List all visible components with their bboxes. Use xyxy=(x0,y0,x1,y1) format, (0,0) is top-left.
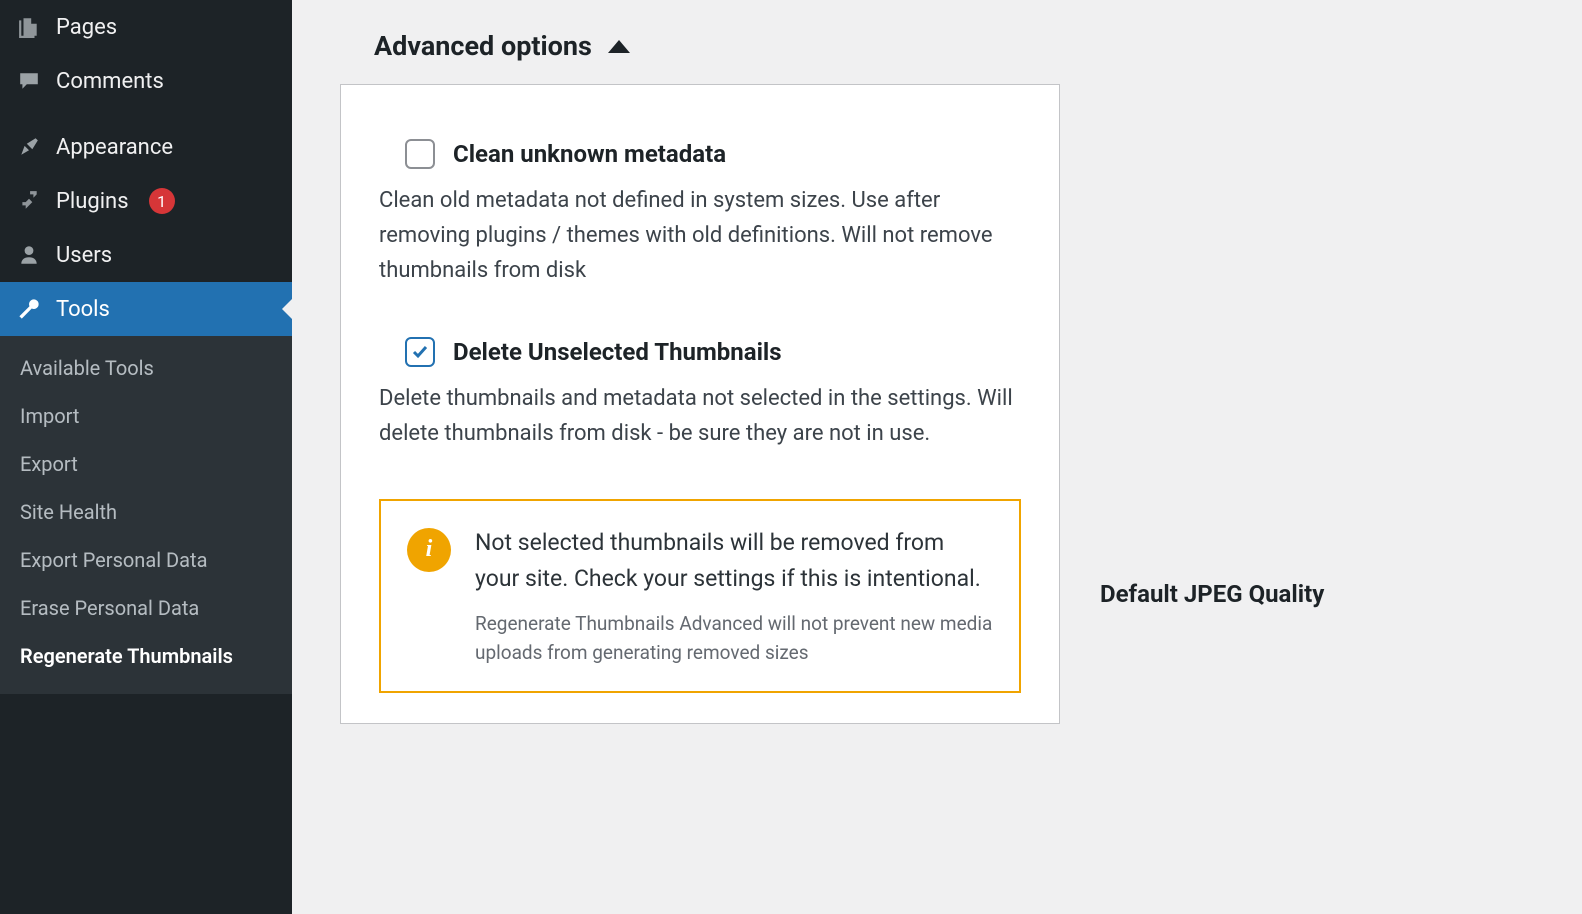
option-description: Clean old metadata not defined in system… xyxy=(379,183,1021,289)
menu-item-appearance[interactable]: Appearance xyxy=(0,120,292,174)
jpeg-quality-heading: Default JPEG Quality xyxy=(1100,580,1324,608)
users-icon xyxy=(16,242,42,268)
pages-icon xyxy=(16,14,42,40)
submenu-export[interactable]: Export xyxy=(0,440,292,488)
advanced-options-panel: Advanced options Clean unknown metadata … xyxy=(340,0,1060,914)
checkbox-clean-metadata[interactable] xyxy=(405,139,435,169)
warning-notice: i Not selected thumbnails will be remove… xyxy=(379,499,1021,693)
section-title-text: Advanced options xyxy=(374,30,592,62)
menu-label: Comments xyxy=(56,69,164,94)
menu-label: Plugins xyxy=(56,189,129,214)
submenu-erase-personal-data[interactable]: Erase Personal Data xyxy=(0,584,292,632)
section-header[interactable]: Advanced options xyxy=(340,0,1060,84)
tools-icon xyxy=(16,296,42,322)
comments-icon xyxy=(16,68,42,94)
submenu-import[interactable]: Import xyxy=(0,392,292,440)
option-label: Clean unknown metadata xyxy=(453,140,726,168)
info-icon: i xyxy=(407,528,451,572)
submenu-site-health[interactable]: Site Health xyxy=(0,488,292,536)
content-area: Advanced options Clean unknown metadata … xyxy=(292,0,1582,914)
option-clean-metadata: Clean unknown metadata Clean old metadat… xyxy=(379,139,1021,289)
submenu-regenerate-thumbnails[interactable]: Regenerate Thumbnails xyxy=(0,632,292,680)
option-label: Delete Unselected Thumbnails xyxy=(453,338,782,366)
submenu-available-tools[interactable]: Available Tools xyxy=(0,344,292,392)
option-delete-unselected: Delete Unselected Thumbnails Delete thum… xyxy=(379,337,1021,451)
options-panel-body: Clean unknown metadata Clean old metadat… xyxy=(340,84,1060,724)
menu-item-tools[interactable]: Tools xyxy=(0,282,292,336)
plugins-icon xyxy=(16,188,42,214)
notice-subtext: Regenerate Thumbnails Advanced will not … xyxy=(475,610,993,667)
tools-submenu: Available Tools Import Export Site Healt… xyxy=(0,336,292,694)
appearance-icon xyxy=(16,134,42,160)
right-column: Default JPEG Quality xyxy=(1100,0,1324,914)
menu-item-comments[interactable]: Comments xyxy=(0,54,292,108)
chevron-up-icon xyxy=(608,40,630,53)
menu-label: Tools xyxy=(56,297,110,322)
plugins-badge: 1 xyxy=(149,188,175,214)
menu-label: Appearance xyxy=(56,135,173,160)
checkbox-delete-unselected[interactable] xyxy=(405,337,435,367)
menu-item-users[interactable]: Users xyxy=(0,228,292,282)
menu-item-pages[interactable]: Pages xyxy=(0,0,292,54)
admin-sidebar: Pages Comments Appearance Plugins 1 User… xyxy=(0,0,292,914)
submenu-export-personal-data[interactable]: Export Personal Data xyxy=(0,536,292,584)
menu-item-plugins[interactable]: Plugins 1 xyxy=(0,174,292,228)
menu-label: Users xyxy=(56,243,112,268)
option-description: Delete thumbnails and metadata not selec… xyxy=(379,381,1021,451)
menu-label: Pages xyxy=(56,15,117,40)
notice-text: Not selected thumbnails will be removed … xyxy=(475,525,993,596)
